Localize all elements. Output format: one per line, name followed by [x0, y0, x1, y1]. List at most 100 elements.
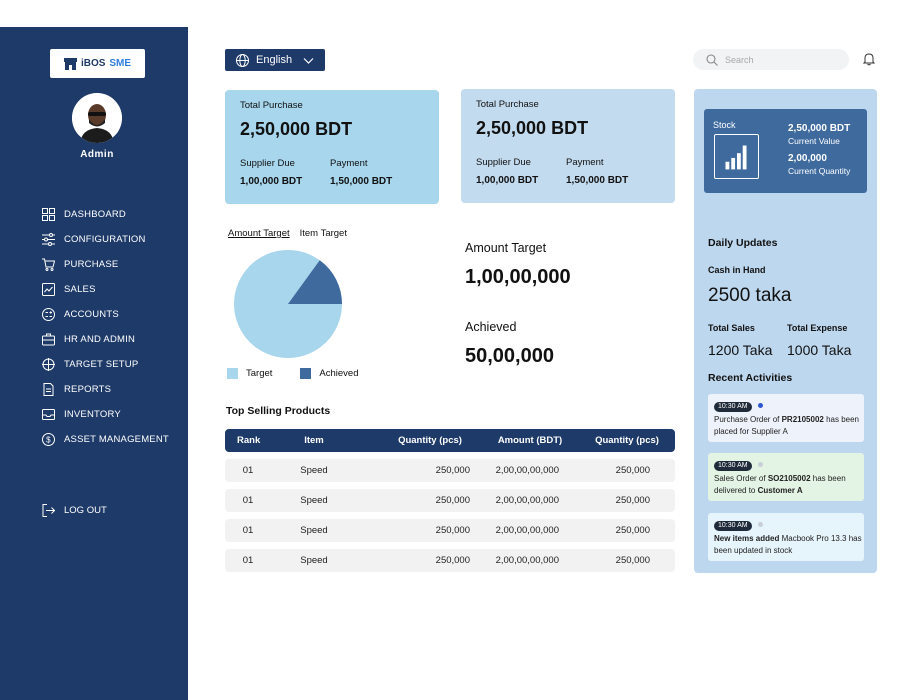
sidebar-item-dashboard[interactable]: DASHBOARD [42, 202, 169, 227]
legend-swatch-target [227, 368, 238, 379]
payment-value: 1,50,000 BDT [330, 176, 393, 187]
supplier-due-label: Supplier Due [476, 157, 531, 168]
pie-legend: Target Achieved [227, 368, 359, 379]
brand-logo[interactable]: iBOS SME [50, 49, 145, 78]
cell-amount: 2,00,00,00,000 [495, 465, 559, 476]
sidebar-item-sales[interactable]: SALES [42, 277, 169, 302]
search-input[interactable] [725, 54, 825, 65]
achieved-value: 50,00,000 [465, 345, 554, 367]
total-sales-value: 1200 Taka [708, 342, 773, 358]
stock-current-quantity-label: Current Quantity [788, 166, 851, 176]
sidebar-item-label: HR AND ADMIN [64, 334, 136, 345]
user-photo-icon [72, 93, 122, 143]
sidebar-item-reports[interactable]: REPORTS [42, 377, 169, 402]
activity-text-bold: Customer A [757, 485, 803, 495]
sidebar: iBOS SME Admin DASHBOARD CONFIGURATION P… [0, 27, 188, 700]
globe-icon [236, 53, 249, 67]
sidebar-item-label: PURCHASE [64, 259, 119, 270]
sidebar-item-hr-and-admin[interactable]: HR AND ADMIN [42, 327, 169, 352]
cell-item: Speed [300, 495, 328, 506]
sidebar-item-label: ASSET MANAGEMENT [64, 434, 169, 445]
cell-item: Speed [300, 555, 328, 566]
stock-current-value: 2,50,000 BDT [788, 123, 851, 134]
sidebar-item-asset-management[interactable]: $ ASSET MANAGEMENT [42, 427, 169, 452]
column-header[interactable]: Quantity (pcs) [375, 429, 485, 452]
legend-item-target: Target [227, 368, 272, 379]
user-role: Admin [80, 149, 114, 160]
target-pie-chart [234, 250, 342, 358]
trend-chart-icon [42, 283, 55, 296]
activity-text-pre: Purchase Order of [714, 415, 782, 424]
search-bar[interactable] [693, 49, 849, 70]
language-selector[interactable]: English [225, 49, 325, 71]
cell-rank: 01 [242, 495, 254, 506]
tab-amount-target[interactable]: Amount Target [228, 228, 290, 239]
table-header: Rank Item Quantity (pcs) Amount (BDT) Qu… [225, 429, 675, 452]
payment-value: 1,50,000 BDT [566, 175, 629, 186]
daily-updates-title: Daily Updates [708, 237, 778, 249]
brand-prefix: iBOS [80, 58, 106, 69]
activity-text: New items added Macbook Pro 13.3 has bee… [714, 533, 864, 556]
cell-item: Speed [300, 465, 328, 476]
card-amount: 2,50,000 BDT [240, 119, 353, 139]
stock-card: Stock 2,50,000 BDT Current Value 2,00,00… [704, 109, 867, 193]
cell-amount: 2,00,00,00,000 [495, 495, 559, 506]
recent-activities-title: Recent Activities [708, 372, 793, 384]
total-expense-label: Total Expense [787, 323, 848, 333]
sidebar-item-target-setup[interactable]: TARGET SETUP [42, 352, 169, 377]
cell-amount: 2,00,00,00,000 [495, 525, 559, 536]
total-sales-label: Total Sales [708, 323, 755, 333]
cash-in-hand-value: 2500 taka [708, 285, 792, 306]
cash-in-hand-label: Cash in Hand [708, 265, 766, 275]
table-row[interactable]: 01 Speed 250,000 2,00,00,00,000 250,000 [225, 459, 675, 482]
activity-text: Sales Order of SO2105002 has been delive… [714, 473, 864, 496]
card-title: Total Purchase [240, 100, 303, 111]
activity-text-bold: New items added [714, 534, 780, 543]
legend-swatch-achieved [300, 368, 312, 379]
logout-button[interactable]: LOG OUT [42, 504, 107, 517]
column-header[interactable]: Amount (BDT) [480, 429, 580, 452]
brand-suffix: SME [109, 58, 132, 69]
card-title: Total Purchase [476, 99, 539, 110]
target-tabs: Amount Target Item Target [228, 228, 347, 239]
activity-item[interactable]: 10:30 AM New items added Macbook Pro 13.… [708, 513, 864, 561]
supplier-due-value: 1,00,000 BDT [476, 175, 539, 186]
chevron-down-icon [303, 57, 314, 64]
activity-text-pre: Sales Order of [714, 474, 768, 483]
bell-icon[interactable] [862, 52, 876, 66]
activity-item[interactable]: 10:30 AM Purchase Order of PR2105002 has… [708, 394, 864, 442]
svg-text:$: $ [46, 436, 51, 445]
cell-rank: 01 [242, 525, 254, 536]
column-header[interactable]: Item [290, 429, 338, 452]
document-icon [43, 383, 54, 396]
table-row[interactable]: 01 Speed 250,000 2,00,00,00,000 250,000 [225, 549, 675, 572]
activity-time: 10:30 AM [714, 461, 752, 471]
card-amount: 2,50,000 BDT [476, 118, 589, 138]
sidebar-item-accounts[interactable]: ACCOUNTS [42, 302, 169, 327]
tab-item-target[interactable]: Item Target [300, 228, 347, 239]
activity-time: 10:30 AM [714, 521, 752, 531]
sidebar-item-inventory[interactable]: INVENTORY [42, 402, 169, 427]
cell-amount: 2,00,00,00,000 [495, 555, 559, 566]
sidebar-item-configuration[interactable]: CONFIGURATION [42, 227, 169, 252]
column-header[interactable]: Rank [237, 429, 260, 452]
table-row[interactable]: 01 Speed 250,000 2,00,00,00,000 250,000 [225, 489, 675, 512]
amount-target-label: Amount Target [465, 241, 547, 255]
store-icon [63, 57, 77, 70]
table-row[interactable]: 01 Speed 250,000 2,00,00,00,000 250,000 [225, 519, 675, 542]
cart-icon [42, 258, 55, 271]
stock-current-quantity: 2,00,000 [788, 153, 827, 164]
cell-quantity: 250,000 [615, 495, 650, 506]
status-dot [757, 403, 763, 409]
activity-item[interactable]: 10:30 AM Sales Order of SO2105002 has be… [708, 453, 864, 501]
avatar[interactable] [72, 93, 122, 143]
sliders-icon [42, 233, 55, 246]
legend-label-target: Target [246, 368, 273, 379]
grid-icon [42, 208, 55, 221]
column-header[interactable]: Quantity (pcs) [580, 429, 674, 452]
briefcase-icon [42, 333, 55, 346]
sidebar-item-purchase[interactable]: PURCHASE [42, 252, 169, 277]
stock-label: Stock [713, 120, 736, 130]
cell-quantity: 250,000 [615, 555, 650, 566]
payment-label: Payment [566, 157, 604, 168]
